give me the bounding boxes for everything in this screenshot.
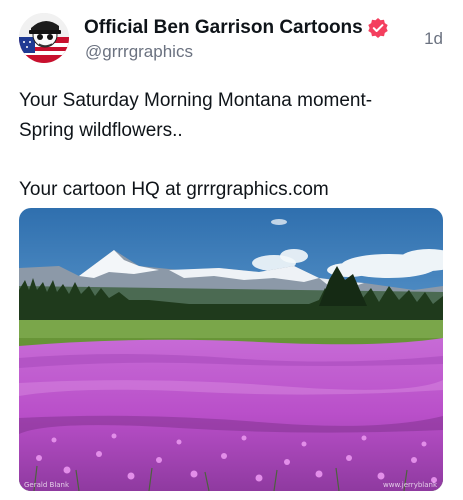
post-text-line: Your Saturday Morning Montana moment- (19, 90, 373, 111)
author-display-name[interactable]: Official Ben Garrison Cartoons (84, 17, 363, 39)
photo-credit-right: www.jerryblank (383, 481, 437, 489)
post-timestamp[interactable]: 1d (424, 29, 443, 49)
author-name-row[interactable]: Official Ben Garrison Cartoons (84, 16, 389, 40)
post-text-line: Spring wildflowers.. (19, 119, 183, 141)
line-break (19, 145, 443, 175)
author-handle[interactable]: @grrrgraphics (85, 42, 193, 62)
post-text: Your Saturday Morning Montana moment- Sp… (19, 86, 443, 204)
post-image[interactable]: Gerald Blank www.jerryblank (19, 208, 443, 491)
photo-credit-left: Gerald Blank (24, 481, 70, 489)
verified-badge-icon (367, 17, 389, 39)
author-avatar[interactable] (19, 13, 69, 63)
post-text-line: Your cartoon HQ at grrrgraphics.com (19, 178, 329, 200)
